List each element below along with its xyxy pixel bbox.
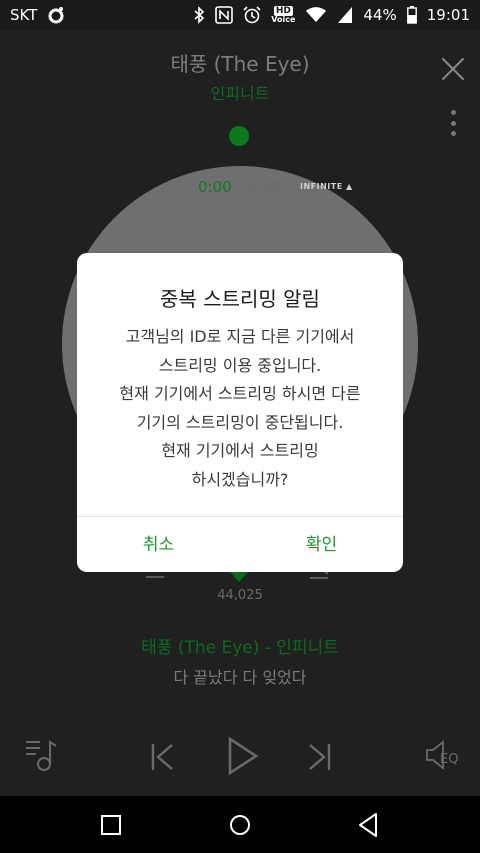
duplicate-streaming-dialog: 중복 스트리밍 알림 고객님의 ID로 지금 다른 기기에서 스트리밍 이용 중… bbox=[77, 253, 403, 572]
home-icon[interactable] bbox=[228, 813, 252, 837]
cancel-button[interactable]: 취소 bbox=[77, 530, 240, 555]
dialog-message-line: 고객님의 ID로 지금 다른 기기에서 bbox=[125, 327, 355, 346]
dialog-message-line: 현재 기기에서 스트리밍 bbox=[161, 441, 319, 460]
back-icon[interactable] bbox=[356, 812, 380, 838]
navigation-bar bbox=[0, 796, 480, 853]
dialog-message-line: 스트리밍 이용 중입니다. bbox=[158, 355, 322, 375]
dialog-divider bbox=[77, 516, 403, 517]
recent-apps-icon[interactable] bbox=[100, 814, 122, 836]
dialog-message-line: 하시겠습니까? bbox=[191, 469, 289, 489]
dialog-message: 고객님의 ID로 지금 다른 기기에서 스트리밍 이용 중입니다. 현재 기기에… bbox=[77, 323, 403, 494]
confirm-button[interactable]: 확인 bbox=[240, 530, 403, 555]
dialog-message-line: 기기의 스트리밍이 중단됩니다. bbox=[136, 412, 344, 432]
dialog-message-line: 현재 기기에서 스트리밍 하시면 다른 bbox=[119, 384, 361, 403]
dialog-title: 중복 스트리밍 알림 bbox=[160, 287, 320, 311]
